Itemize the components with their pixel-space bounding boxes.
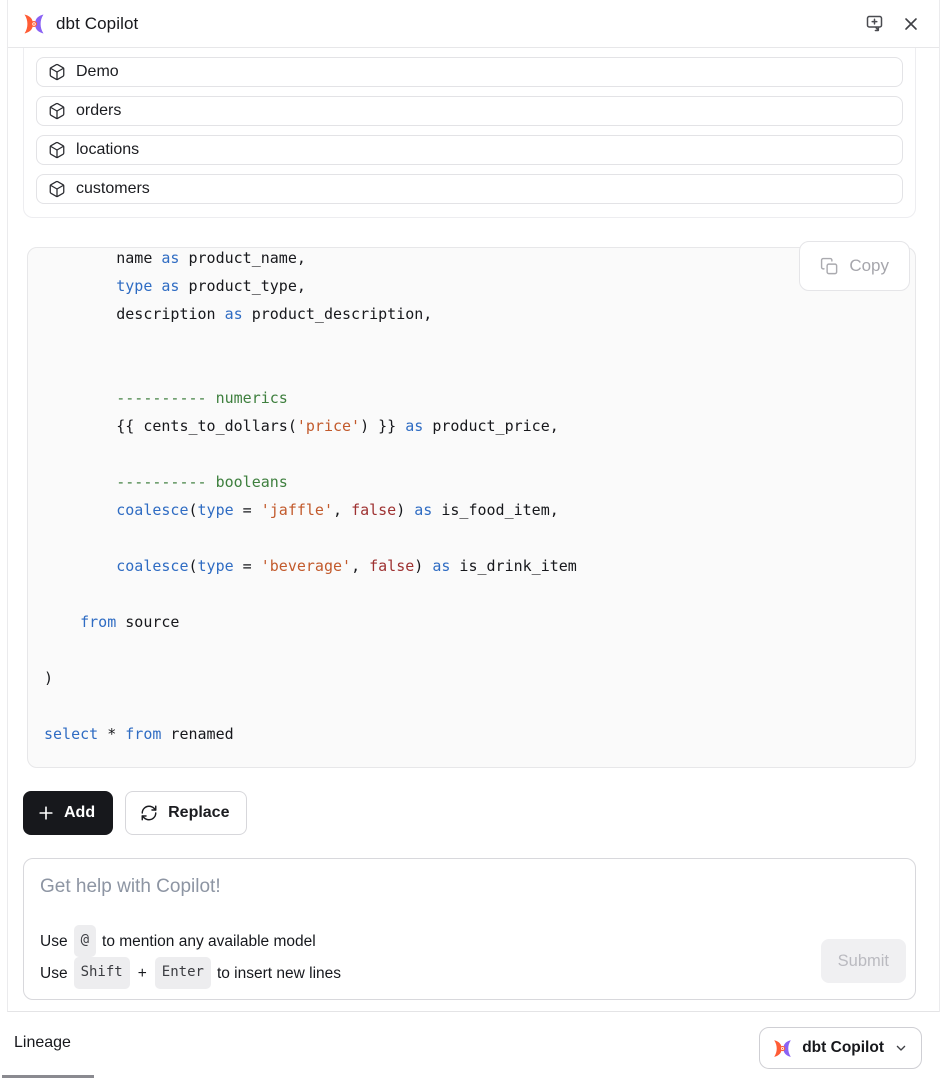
close-icon	[901, 14, 921, 34]
models-list: Demo orders lo	[23, 48, 916, 218]
copy-button-label: Copy	[849, 256, 889, 276]
replace-button[interactable]: Replace	[125, 791, 247, 835]
prompt-hints: Use @ to mention any available model Use…	[40, 925, 341, 989]
submit-button[interactable]: Submit	[821, 939, 906, 983]
refresh-icon	[140, 804, 158, 822]
panel-title: dbt Copilot	[56, 14, 138, 34]
model-chip[interactable]: Demo	[36, 57, 903, 87]
code-block-wrap: name as product_name, type as product_ty…	[27, 247, 916, 768]
copy-code-button[interactable]: Copy	[799, 241, 910, 291]
model-chip-label: customers	[76, 180, 150, 198]
plus-icon	[37, 804, 55, 822]
panel-header: dbt Copilot	[8, 0, 939, 48]
package-cube-icon	[48, 141, 66, 159]
model-chip[interactable]: customers	[36, 174, 903, 204]
tab-lineage[interactable]: Lineage	[14, 1034, 71, 1052]
model-chip-label: locations	[76, 141, 139, 159]
close-panel-button[interactable]	[897, 10, 925, 38]
dbt-copilot-panel: dbt Copilot	[0, 0, 940, 1078]
code-actions: Add Replace	[23, 791, 939, 835]
model-chip[interactable]: orders	[36, 96, 903, 126]
package-cube-icon	[48, 180, 66, 198]
hint-mention: Use @ to mention any available model	[40, 925, 341, 957]
add-button[interactable]: Add	[23, 791, 113, 835]
popout-plus-icon	[864, 13, 885, 34]
model-chip-label: orders	[76, 102, 121, 120]
at-key-chip: @	[74, 925, 96, 957]
model-chip[interactable]: locations	[36, 135, 903, 165]
popout-panel-button[interactable]	[860, 9, 889, 38]
model-chip-label: Demo	[76, 63, 119, 81]
enter-key-chip: Enter	[155, 957, 211, 989]
package-cube-icon	[48, 63, 66, 81]
dropdown-label: dbt Copilot	[802, 1039, 884, 1057]
package-cube-icon	[48, 102, 66, 120]
copilot-panel-body: dbt Copilot	[7, 0, 940, 1012]
hint-newline: Use Shift + Enter to insert new lines	[40, 957, 341, 989]
chevron-down-icon	[893, 1040, 909, 1056]
code-content: name as product_name, type as product_ty…	[44, 247, 915, 748]
copilot-prompt-input[interactable]: Get help with Copilot! Use @ to mention …	[23, 858, 916, 1000]
dbt-logo-icon	[22, 12, 46, 36]
prompt-placeholder: Get help with Copilot!	[40, 876, 899, 898]
copy-icon	[820, 257, 839, 276]
copilot-mode-dropdown[interactable]: dbt Copilot	[759, 1027, 922, 1069]
shift-key-chip: Shift	[74, 957, 130, 989]
replace-button-label: Replace	[168, 804, 229, 822]
add-button-label: Add	[64, 804, 95, 822]
dbt-logo-icon	[772, 1038, 793, 1059]
sql-code-block[interactable]: name as product_name, type as product_ty…	[27, 247, 916, 768]
panel-footer: Lineage dbt Copilot	[0, 1012, 940, 1078]
